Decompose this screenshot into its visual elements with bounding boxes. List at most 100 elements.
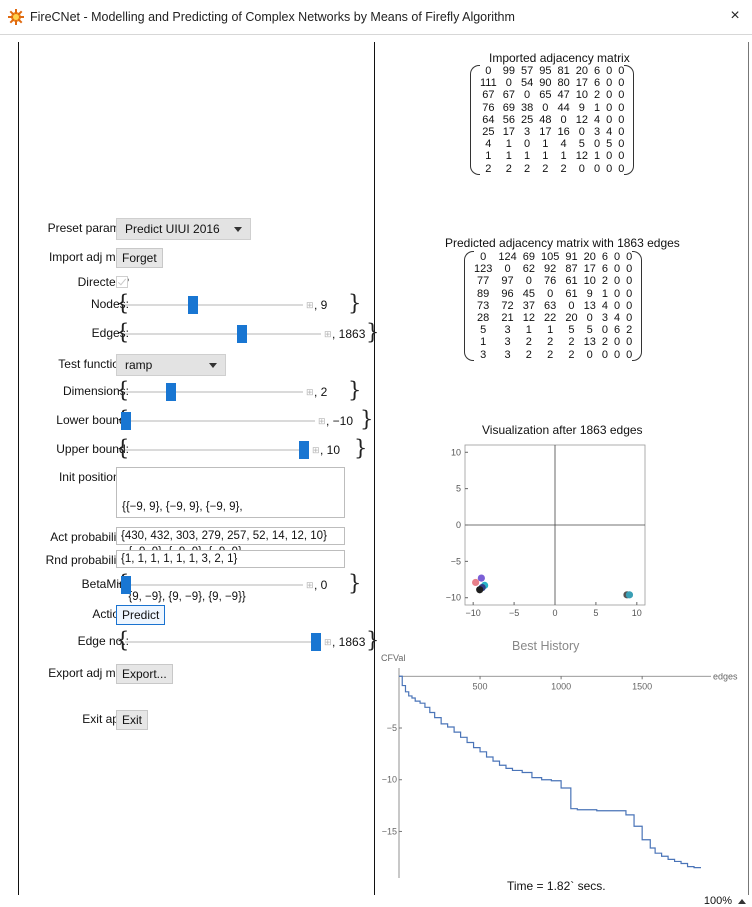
edges-row: Edges: { ⊞ , 1863 } — [19, 320, 380, 346]
plus-icon[interactable]: ⊞ — [306, 580, 314, 591]
nodes-slider[interactable]: { ⊞ , 9 } — [116, 291, 361, 317]
matrix-cell: 1 — [601, 287, 608, 300]
matrix-cell: 4 — [485, 138, 492, 151]
plus-icon[interactable]: ⊞ — [306, 387, 314, 398]
plus-icon[interactable]: ⊞ — [324, 637, 332, 648]
matrix-cell: 2 — [485, 162, 492, 175]
act-probability-field[interactable]: {430, 432, 303, 279, 257, 52, 14, 12, 10… — [116, 527, 345, 545]
matrix-cell: 0 — [485, 65, 492, 77]
matrix-cell: 17 — [539, 126, 552, 139]
matrix-cell: 44 — [557, 101, 570, 114]
plus-icon[interactable]: ⊞ — [318, 416, 326, 427]
imported-matrix: 0 99 57 95 81 20 6 0 0 111 0 54 90 80 17 6 0 0 67 67 0 65 47 10… — [470, 65, 635, 175]
matrix-cell: 0 — [613, 251, 621, 263]
import-row: Import adj mat: Forget — [19, 246, 374, 270]
lower-bound-row: Lower bound: { ⊞ , −10 } — [19, 407, 374, 433]
predict-button[interactable]: Predict — [116, 605, 166, 625]
close-button[interactable]: × — [724, 6, 746, 26]
matrix-cell: 2 — [525, 348, 532, 361]
edges-slider[interactable]: { ⊞ , 1863 } — [116, 320, 379, 346]
matrix-cell: 65 — [539, 89, 552, 102]
plus-icon[interactable]: ⊞ — [306, 300, 314, 311]
slider-thumb[interactable] — [121, 576, 131, 594]
slider-track — [125, 420, 315, 422]
matrix-cell: 45 — [522, 287, 535, 300]
matrix-row: 111 0 54 90 80 17 6 0 0 — [477, 77, 627, 89]
slider-thumb[interactable] — [311, 633, 321, 651]
matrix-row: 67 67 0 65 47 10 2 0 0 — [477, 89, 627, 101]
matrix-cell: 21 — [501, 312, 514, 325]
matrix-cell: 22 — [544, 312, 557, 325]
matrix-row: 76 69 38 0 44 9 1 0 0 — [477, 102, 627, 114]
matrix-row: 28 21 12 22 20 0 3 4 0 — [471, 312, 635, 324]
matrix-cell: 2 — [568, 336, 575, 349]
matrix-table: 0 99 57 95 81 20 6 0 0 111 0 54 90 80 17 6 0 0 67 67 0 65 47 10… — [477, 65, 627, 175]
slider-track — [125, 449, 309, 451]
matrix-cell: 20 — [583, 251, 596, 263]
matrix-cell: 0 — [613, 299, 621, 312]
lower-bound-slider[interactable]: { ⊞ , −10 } — [116, 407, 373, 433]
x-tick-label: 1500 — [632, 681, 652, 691]
test-function-dropdown[interactable]: ramp — [116, 354, 226, 376]
init-positions-field[interactable]: {{−9, 9}, {−9, 9}, {−9, 9}, {−9, 9}, {−9… — [116, 467, 345, 603]
matrix-cell: 12 — [575, 113, 588, 126]
matrix-cell: 6 — [593, 77, 601, 90]
matrix-cell: 1 — [505, 138, 512, 151]
data-point — [625, 591, 634, 599]
matrix-cell: 4 — [593, 113, 601, 126]
matrix-cell: 67 — [502, 89, 515, 102]
edge-no-row: Edge no.: { ⊞ , 1863 } — [19, 628, 380, 654]
matrix-cell: 1 — [542, 138, 549, 151]
matrix-cell: 0 — [578, 162, 585, 175]
slider-thumb[interactable] — [121, 412, 131, 430]
matrix-cell: 3 — [504, 336, 511, 349]
slider-thumb[interactable] — [236, 325, 247, 343]
matrix-cell: 2 — [542, 162, 549, 175]
matrix-cell: 62 — [522, 263, 535, 276]
preset-dropdown[interactable]: Predict UIUI 2016 — [116, 218, 251, 240]
y-tick-label: −5 — [451, 556, 461, 566]
x-tick-label: −10 — [466, 608, 481, 617]
right-brace: } — [354, 436, 368, 460]
export-button[interactable]: Export... — [116, 664, 173, 684]
right-brace: } — [348, 378, 362, 402]
chevron-up-icon[interactable] — [738, 899, 746, 904]
slider-thumb[interactable] — [188, 296, 199, 314]
forget-button[interactable]: Forget — [116, 248, 163, 268]
plus-icon[interactable]: ⊞ — [324, 329, 332, 340]
slider-thumb[interactable] — [165, 383, 176, 401]
exit-button[interactable]: Exit — [116, 710, 149, 730]
matrix-cell: 47 — [557, 89, 570, 102]
matrix-cell: 2 — [547, 336, 554, 349]
slider-thumb[interactable] — [299, 441, 309, 459]
plus-icon[interactable]: ⊞ — [312, 445, 320, 456]
slider-track — [125, 391, 303, 393]
dimensions-slider[interactable]: { ⊞ , 2 } — [116, 378, 361, 404]
matrix-cell: 13 — [583, 336, 596, 349]
matrix-cell: 0 — [586, 312, 593, 325]
matrix-cell: 0 — [606, 65, 613, 77]
matrix-row: 222220000 — [477, 163, 627, 175]
x-tick-label: 5 — [593, 608, 598, 617]
matrix-row: 73 72 37 63 0 13 4 0 0 — [471, 300, 635, 312]
matrix-cell: 57 — [520, 65, 534, 77]
right-brace: } — [348, 291, 362, 315]
init-positions-line: {{−9, 9}, {−9, 9}, {−9, 9}, — [122, 501, 243, 513]
matrix-cell: 0 — [578, 126, 585, 139]
directed-checkbox[interactable] — [116, 276, 128, 288]
matrix-cell: 3 — [504, 324, 511, 337]
slider-value: , 10 — [320, 443, 341, 457]
matrix-row: 332220000 — [471, 349, 635, 361]
rnd-probability-field[interactable]: {1, 1, 1, 1, 1, 1, 3, 2, 1} — [116, 550, 345, 568]
matrix-cell: 5 — [606, 138, 613, 151]
zoom-level[interactable]: 100% — [704, 895, 732, 907]
matrix-cell: 124 — [498, 251, 517, 263]
nodes-row: Nodes: { ⊞ , 9 } — [19, 291, 374, 317]
betamin-slider[interactable]: { ⊞ , 0 } — [116, 571, 361, 597]
upper-bound-slider[interactable]: { ⊞ , 10 } — [116, 436, 367, 462]
edge-no-slider[interactable]: { ⊞ , 1863 } — [116, 628, 379, 654]
matrix-cell: 2 — [547, 348, 554, 361]
exit-row: Exit app: Exit — [19, 708, 374, 732]
chevron-down-icon — [234, 227, 242, 232]
matrix-row: 64 56 25 48 0 12 4 0 0 — [477, 114, 627, 126]
